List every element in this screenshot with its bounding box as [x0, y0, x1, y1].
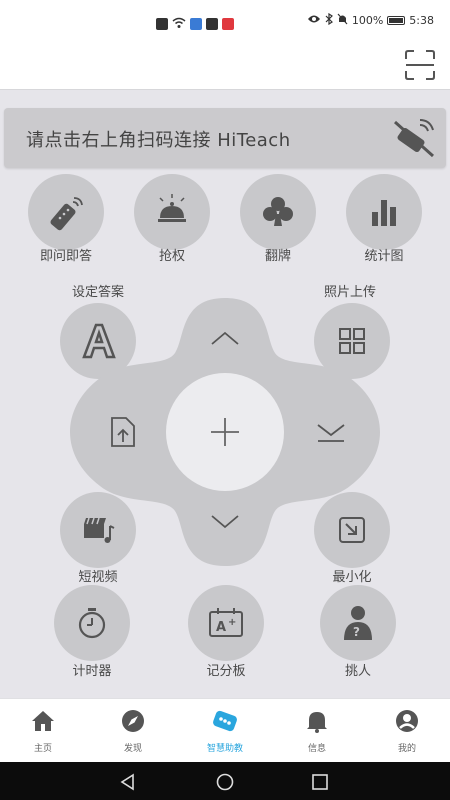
pick-person-button[interactable]: ? — [320, 585, 396, 661]
scan-button[interactable] — [402, 47, 438, 83]
scoreboard-label: 记分板 — [206, 664, 246, 679]
bell-icon — [307, 712, 327, 733]
connect-banner[interactable]: 请点击右上角扫码连接 HiTeach — [4, 108, 446, 168]
pick-person-label: 挑人 — [344, 664, 371, 679]
grab-button[interactable] — [134, 174, 210, 250]
quick-answer-button[interactable] — [28, 174, 104, 250]
short-video-label: 短视频 — [78, 570, 118, 585]
flip-card-label: 翻牌 — [264, 249, 291, 264]
statistics-label: 统计图 — [364, 249, 404, 264]
smart-assistant-icon — [213, 710, 237, 732]
pick-person-icon: ? — [344, 606, 372, 640]
tab-home[interactable]: 主页 — [3, 709, 83, 754]
statistics-button[interactable] — [346, 174, 422, 250]
clubs-card-icon — [263, 197, 293, 226]
tab-me-label: 我的 — [397, 744, 416, 754]
svg-text:+: + — [228, 617, 236, 628]
connect-banner-text: 请点击右上角扫码连接 HiTeach — [26, 130, 291, 151]
minimize-down-icon — [317, 424, 345, 442]
wifi-icon — [172, 14, 186, 33]
dpad-down-button[interactable] — [200, 502, 250, 542]
tab-messages[interactable]: 信息 — [277, 709, 357, 754]
battery-saver-icon — [222, 17, 234, 30]
timer-button[interactable] — [54, 585, 130, 661]
file-upload-icon — [111, 417, 135, 447]
mute-icon — [337, 13, 348, 28]
svg-text:?: ? — [353, 625, 360, 639]
sim-alert-icon — [156, 17, 168, 30]
timer-label: 计时器 — [72, 664, 112, 679]
status-bar: 100% 5:38 — [0, 0, 450, 42]
video-music-icon — [84, 517, 115, 543]
quick-answer-label: 即问即答 — [39, 249, 92, 264]
tab-smart-assistant-label: 智慧助教 — [206, 744, 243, 754]
home-icon — [32, 711, 54, 731]
battery-icon — [387, 16, 406, 25]
battery-text: 100% — [351, 14, 384, 27]
tab-smart-assistant[interactable]: 智慧助教 — [185, 709, 265, 754]
clock: 5:38 — [409, 14, 434, 27]
dpad-center-button[interactable] — [166, 373, 284, 491]
svg-text:A: A — [216, 620, 226, 635]
bar-chart-icon — [372, 200, 396, 226]
flip-card-button[interactable] — [240, 174, 316, 250]
bluetooth-icon — [325, 12, 333, 28]
stopwatch-icon — [78, 608, 106, 639]
disconnected-remote-icon — [393, 119, 435, 158]
dpad-right-button[interactable] — [306, 410, 356, 454]
tab-discover-label: 发现 — [123, 744, 142, 754]
minimize-button[interactable] — [314, 492, 390, 568]
tab-discover[interactable]: 发现 — [93, 709, 173, 754]
compass-icon — [122, 710, 144, 732]
plus-icon — [211, 418, 239, 446]
bottom-tab-bar: 主页 发现 智慧助教 信息 我的 — [0, 698, 450, 762]
chevron-down-icon — [211, 515, 239, 529]
status-left-icons — [156, 14, 234, 33]
remote-control-icon — [50, 197, 83, 231]
minimize-window-icon — [339, 517, 365, 543]
scoreboard-button[interactable]: A + — [188, 585, 264, 661]
system-nav-bar — [0, 762, 450, 800]
back-triangle-icon[interactable] — [118, 772, 138, 792]
chevron-up-icon — [211, 331, 239, 345]
scoreboard-icon: A + — [209, 608, 243, 637]
app-notification-icon — [190, 17, 202, 30]
home-circle-icon[interactable] — [215, 772, 235, 792]
scan-icon — [405, 50, 435, 80]
tab-home-label: 主页 — [33, 744, 52, 754]
dpad-left-button[interactable] — [98, 410, 148, 454]
message-icon — [206, 17, 218, 30]
short-video-button[interactable] — [60, 492, 136, 568]
recents-square-icon[interactable] — [310, 772, 330, 792]
grab-label: 抢权 — [158, 249, 185, 264]
top-bar — [0, 42, 450, 90]
minimize-label: 最小化 — [332, 570, 372, 585]
dpad-up-button[interactable] — [200, 318, 250, 358]
eye-icon — [307, 14, 321, 27]
status-right: 100% 5:38 — [307, 12, 434, 28]
tab-me[interactable]: 我的 — [367, 709, 447, 754]
service-bell-icon — [158, 194, 186, 222]
tab-messages-label: 信息 — [307, 744, 326, 754]
user-icon — [396, 710, 418, 732]
